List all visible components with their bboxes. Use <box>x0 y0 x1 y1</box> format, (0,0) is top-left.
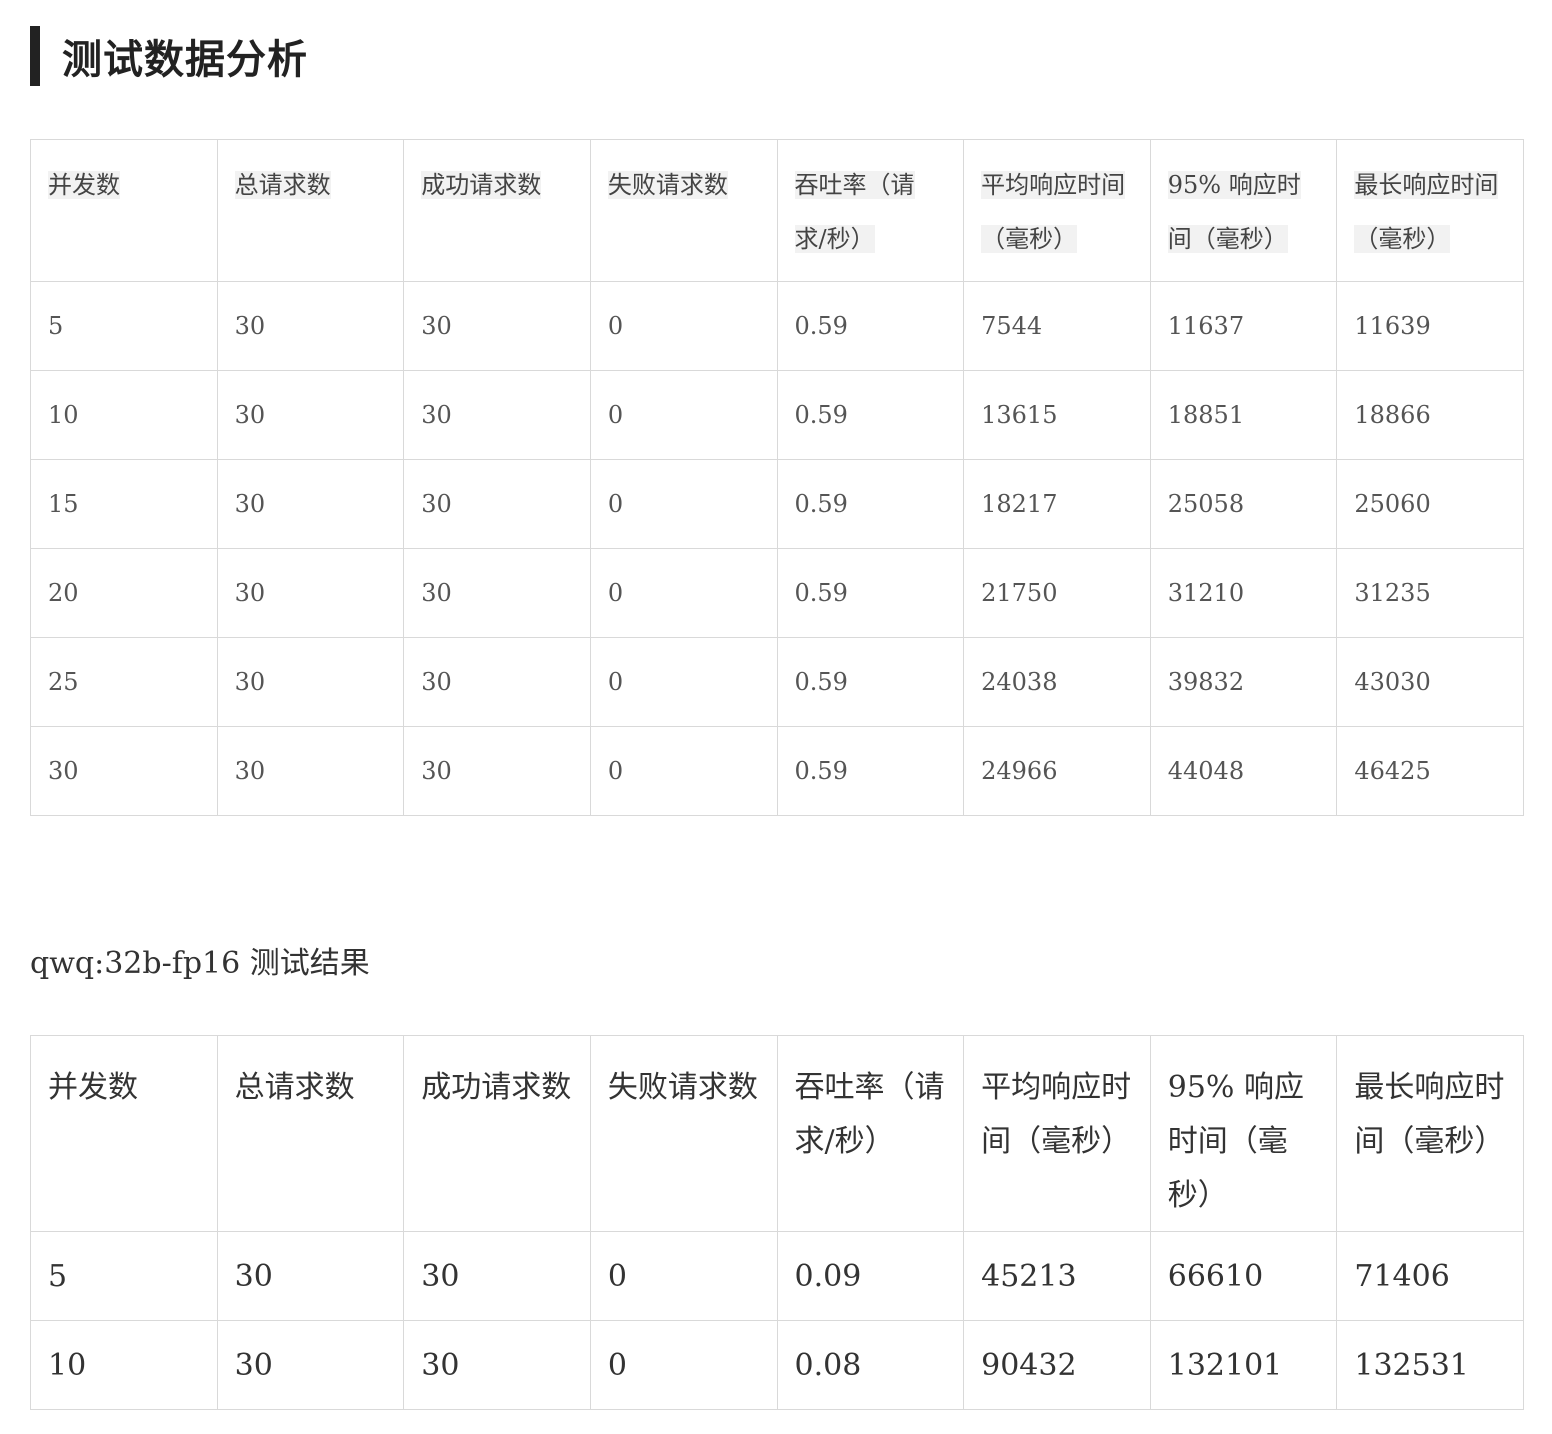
table-cell: 0.59 <box>776 281 965 371</box>
test-data-table: 并发数 总请求数 成功请求数 失败请求数 吞吐率（请求/秒） 平均响应时间（毫秒… <box>30 139 1524 816</box>
header-cell: 并发数 <box>30 139 218 282</box>
table-cell: 25060 <box>1336 459 1524 549</box>
table-cell: 0 <box>589 459 778 549</box>
table-cell: 18851 <box>1149 370 1338 460</box>
results-caption: qwq:32b-fp16 测试结果 <box>30 946 370 981</box>
table-cell: 0.59 <box>776 459 965 549</box>
table-cell: 30 <box>403 1320 591 1410</box>
header-cell: 成功请求数 <box>403 139 591 282</box>
table-cell: 25058 <box>1149 459 1338 549</box>
header-cell: 95% 响应时间（毫秒） <box>1149 139 1338 282</box>
table-cell: 30 <box>216 1231 405 1321</box>
table-cell: 0 <box>589 1231 778 1321</box>
table-cell: 24038 <box>963 637 1151 727</box>
table-cell: 90432 <box>963 1320 1151 1410</box>
table-cell: 10 <box>30 1320 218 1410</box>
table-cell: 30 <box>216 1320 405 1410</box>
table-cell: 31235 <box>1336 548 1524 638</box>
header-cell: 吞吐率（请求/秒） <box>776 1035 965 1232</box>
table-cell: 30 <box>403 459 591 549</box>
table-cell: 30 <box>403 726 591 816</box>
header-cell: 成功请求数 <box>403 1035 591 1232</box>
table-cell: 30 <box>216 548 405 638</box>
table-cell: 24966 <box>963 726 1151 816</box>
table-cell: 0 <box>589 726 778 816</box>
header-cell: 失败请求数 <box>589 139 778 282</box>
table-cell: 0 <box>589 281 778 371</box>
table-cell: 39832 <box>1149 637 1338 727</box>
table-cell: 71406 <box>1336 1231 1524 1321</box>
table-cell: 132101 <box>1149 1320 1338 1410</box>
header-cell: 平均响应时间（毫秒） <box>963 139 1151 282</box>
table-row: 30 30 30 0 0.59 24966 44048 46425 <box>30 726 1524 816</box>
table-cell: 31210 <box>1149 548 1338 638</box>
table-row: 5 30 30 0 0.59 7544 11637 11639 <box>30 281 1524 371</box>
header-cell: 95% 响应时间（毫秒） <box>1149 1035 1338 1232</box>
header-cell: 失败请求数 <box>589 1035 778 1232</box>
table-cell: 0.59 <box>776 548 965 638</box>
table-cell: 0 <box>589 548 778 638</box>
table-cell: 5 <box>30 1231 218 1321</box>
table-cell: 15 <box>30 459 218 549</box>
table-cell: 30 <box>216 726 405 816</box>
table-cell: 30 <box>403 281 591 371</box>
header-cell: 最长响应时间（毫秒） <box>1336 1035 1524 1232</box>
section-heading: 测试数据分析 <box>30 26 308 86</box>
table-row: 20 30 30 0 0.59 21750 31210 31235 <box>30 548 1524 638</box>
heading-text: 测试数据分析 <box>62 36 308 83</box>
table-cell: 10 <box>30 370 218 460</box>
table-header-row: 并发数 总请求数 成功请求数 失败请求数 吞吐率（请求/秒） 平均响应时间（毫秒… <box>30 139 1524 282</box>
table-cell: 30 <box>216 459 405 549</box>
table-cell: 30 <box>30 726 218 816</box>
table-cell: 30 <box>403 548 591 638</box>
table-row: 10 30 30 0 0.59 13615 18851 18866 <box>30 370 1524 460</box>
table-row: 25 30 30 0 0.59 24038 39832 43030 <box>30 637 1524 727</box>
heading-accent-bar <box>30 26 40 86</box>
table-cell: 30 <box>403 370 591 460</box>
table-cell: 44048 <box>1149 726 1338 816</box>
table-cell: 45213 <box>963 1231 1151 1321</box>
table-row: 5 30 30 0 0.09 45213 66610 71406 <box>30 1231 1524 1321</box>
table-cell: 20 <box>30 548 218 638</box>
table-cell: 43030 <box>1336 637 1524 727</box>
table-cell: 0 <box>589 1320 778 1410</box>
table-cell: 30 <box>216 637 405 727</box>
table-cell: 0.59 <box>776 726 965 816</box>
table-cell: 66610 <box>1149 1231 1338 1321</box>
header-cell: 总请求数 <box>216 139 405 282</box>
header-cell: 总请求数 <box>216 1035 405 1232</box>
table-cell: 25 <box>30 637 218 727</box>
table-cell: 21750 <box>963 548 1151 638</box>
table-cell: 18217 <box>963 459 1151 549</box>
table-cell: 0 <box>589 370 778 460</box>
table-row: 10 30 30 0 0.08 90432 132101 132531 <box>30 1320 1524 1410</box>
header-cell: 最长响应时间（毫秒） <box>1336 139 1524 282</box>
table-cell: 0.59 <box>776 637 965 727</box>
table-cell: 0 <box>589 637 778 727</box>
table-row: 15 30 30 0 0.59 18217 25058 25060 <box>30 459 1524 549</box>
table-cell: 0.59 <box>776 370 965 460</box>
table-cell: 5 <box>30 281 218 371</box>
table-header-row: 并发数 总请求数 成功请求数 失败请求数 吞吐率（请求/秒） 平均响应时间（毫秒… <box>30 1035 1524 1232</box>
table-cell: 46425 <box>1336 726 1524 816</box>
table-cell: 0.08 <box>776 1320 965 1410</box>
header-cell: 并发数 <box>30 1035 218 1232</box>
qwq-results-table: 并发数 总请求数 成功请求数 失败请求数 吞吐率（请求/秒） 平均响应时间（毫秒… <box>30 1035 1524 1410</box>
table-cell: 18866 <box>1336 370 1524 460</box>
table-cell: 13615 <box>963 370 1151 460</box>
table-cell: 30 <box>403 1231 591 1321</box>
table-cell: 132531 <box>1336 1320 1524 1410</box>
header-cell: 吞吐率（请求/秒） <box>776 139 965 282</box>
table-cell: 11639 <box>1336 281 1524 371</box>
table-cell: 30 <box>403 637 591 727</box>
table-cell: 7544 <box>963 281 1151 371</box>
table-cell: 30 <box>216 281 405 371</box>
table-cell: 0.09 <box>776 1231 965 1321</box>
table-cell: 11637 <box>1149 281 1338 371</box>
header-cell: 平均响应时间（毫秒） <box>963 1035 1151 1232</box>
table-cell: 30 <box>216 370 405 460</box>
